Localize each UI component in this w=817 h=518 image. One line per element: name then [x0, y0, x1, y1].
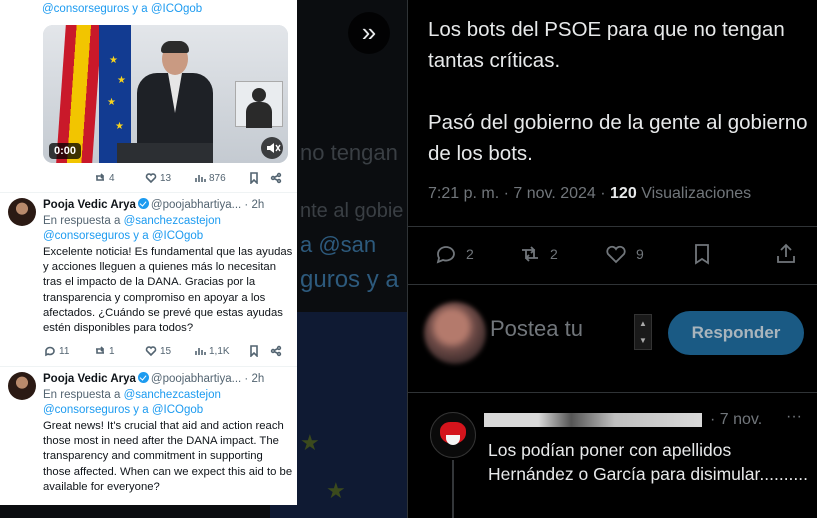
mention-link[interactable]: @consorseguros y a @ICOgob	[43, 230, 203, 242]
like-button[interactable]: 9	[604, 242, 644, 266]
scroll-arrows[interactable]: ▲ ▼	[634, 314, 652, 350]
mute-icon[interactable]	[261, 137, 283, 159]
thread-line	[452, 460, 454, 518]
reply-icon	[45, 346, 55, 357]
reply-tweet[interactable]: · 7 nov. ··· Los podían poner con apelli…	[408, 398, 817, 518]
respond-button[interactable]: Responder	[668, 311, 804, 355]
share-icon[interactable]	[270, 345, 282, 357]
share-button[interactable]	[774, 242, 798, 266]
reply-context: En respuesta a @sanchezcastejon @consors…	[43, 389, 221, 416]
tweet-text: Los podían poner con apellidos Hernández…	[488, 440, 809, 484]
retweet-button[interactable]: 2	[518, 242, 558, 266]
tweet-header: Pooja Vedic Arya @poojabhartiya... · 2h	[43, 372, 265, 385]
tweet-paragraph: Los bots del PSOE para que no tengan tan…	[428, 18, 785, 72]
bookmark-icon	[695, 244, 709, 265]
reply-mentions: @consorseguros y a @ICOgob	[42, 3, 203, 15]
avatar[interactable]	[8, 198, 36, 226]
mention-link[interactable]: @sanchezcastejon	[124, 389, 221, 401]
share-icon	[777, 243, 795, 263]
retweet-icon	[96, 173, 105, 181]
avatar[interactable]	[8, 372, 36, 400]
author-handle: @poojabhartiya...	[150, 373, 242, 385]
expand-icon[interactable]: »	[348, 12, 390, 54]
like-count[interactable]: 15	[145, 345, 171, 357]
mention-link[interactable]: @consorseguros y a @ICOgob	[43, 404, 203, 416]
bookmark-button[interactable]	[690, 242, 714, 266]
tweet-time: 2h	[251, 373, 265, 385]
author-handle: @poojabhartiya...	[150, 199, 242, 211]
reply-input[interactable]: Postea tu	[490, 316, 583, 342]
view-count[interactable]: 876	[194, 172, 226, 184]
retweet-count: 2	[550, 246, 558, 262]
heart-icon	[145, 346, 157, 357]
sign-language-inset	[235, 81, 283, 128]
tweet-timestamp[interactable]: 7:21 p. m. · 7 nov. 2024 ·	[428, 185, 606, 202]
redacted-name	[484, 413, 702, 427]
action-bar: 2 2 9	[408, 236, 817, 278]
tweet-stats: 11 1 15 1,1K	[42, 345, 292, 361]
reply-icon	[436, 246, 455, 264]
bookmark-icon[interactable]	[248, 172, 260, 184]
reply-button[interactable]: 2	[434, 242, 474, 266]
tweet-header: Pooja Vedic Arya @poojabhartiya... · 2h	[43, 198, 265, 211]
tweet-date[interactable]: · 7 nov.	[710, 411, 762, 429]
heart-icon	[606, 245, 626, 264]
retweet-count[interactable]: 1	[94, 345, 115, 357]
tweet-text: Great news! It's crucial that aid and ac…	[43, 420, 293, 493]
ghost-text: nte al gobie	[300, 200, 404, 222]
reply-context: En respuesta a @sanchezcastejon @consors…	[43, 215, 221, 242]
verified-icon	[137, 372, 149, 383]
main-tweet-text: Los bots del PSOE para que no tengan tan…	[428, 14, 808, 200]
author-name[interactable]: Pooja Vedic Arya	[43, 373, 136, 385]
video-time: 0:00	[49, 143, 82, 159]
retweet-count[interactable]: 4	[94, 172, 115, 184]
more-icon[interactable]: ···	[786, 408, 802, 426]
views-count: 120	[610, 185, 637, 202]
reply-count: 2	[466, 246, 474, 262]
tweet-time: 2h	[251, 199, 265, 211]
heart-icon	[145, 173, 157, 184]
tweet-paragraph: Pasó del gobierno de la gente al gobiern…	[428, 111, 808, 165]
video-player[interactable]: ★ ★ ★ ★ 0:00	[43, 25, 288, 163]
avatar[interactable]	[430, 412, 476, 458]
tweet-text: Excelente noticia! Es fundamental que la…	[43, 246, 293, 335]
views-icon	[195, 348, 206, 355]
mention-link[interactable]: @sanchezcastejon	[124, 215, 221, 227]
avatar[interactable]	[424, 302, 486, 364]
tweet-meta: 7:21 p. m. · 7 nov. 2024 · 120 Visualiza…	[428, 185, 751, 203]
like-count: 9	[636, 246, 644, 262]
author-name[interactable]: Pooja Vedic Arya	[43, 199, 136, 211]
views-icon	[195, 175, 206, 182]
bookmark-icon[interactable]	[248, 345, 260, 357]
screenshot-image: @consorseguros y a @ICOgob ★ ★ ★ ★ 0:00 4 1…	[0, 0, 297, 505]
view-count[interactable]: 1,1K	[194, 345, 230, 357]
star-icon: ★	[300, 430, 320, 455]
ghost-text: guros y a	[300, 266, 399, 293]
retweet-icon	[522, 246, 538, 262]
reply-count[interactable]: 11	[44, 345, 69, 357]
views-label: Visualizaciones	[641, 185, 752, 202]
retweet-icon	[96, 346, 105, 354]
ghost-text: no tengan	[300, 140, 398, 165]
tweet-stats: 4 13 876	[42, 172, 292, 188]
verified-icon	[137, 198, 149, 209]
like-count[interactable]: 13	[145, 172, 171, 184]
star-icon: ★	[326, 478, 346, 503]
ghost-text: a @san	[300, 232, 377, 257]
share-icon[interactable]	[270, 172, 282, 184]
